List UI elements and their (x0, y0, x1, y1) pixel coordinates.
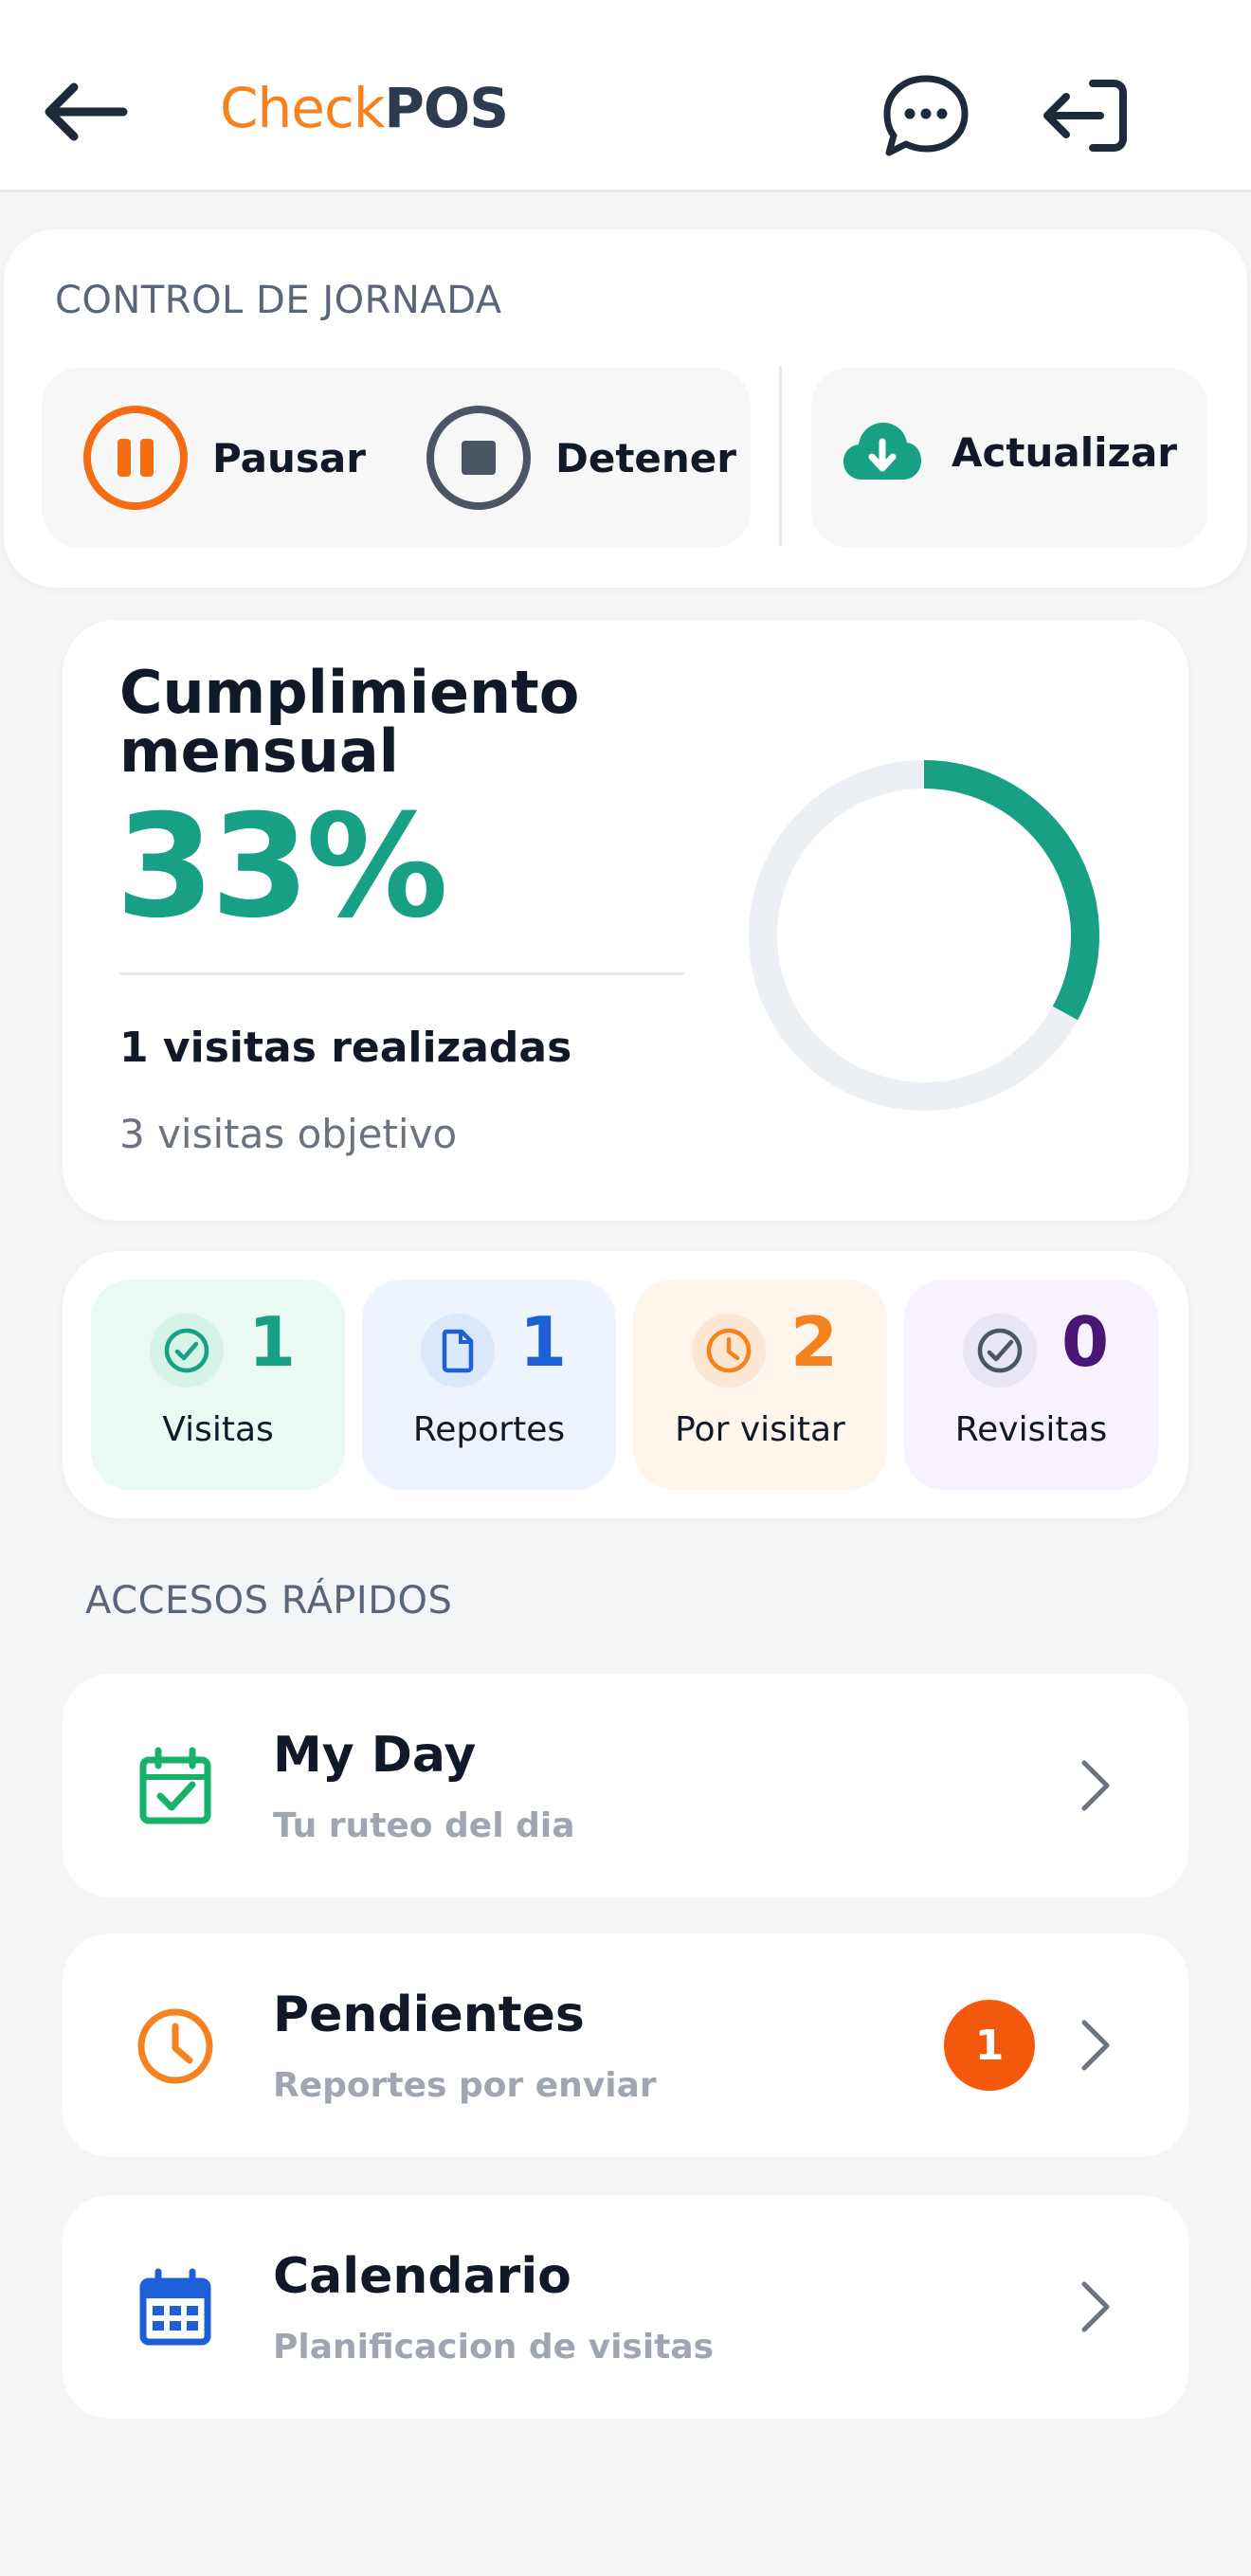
cumplimiento-divider (119, 972, 684, 975)
pause-icon (83, 406, 188, 510)
arrow-left-icon (45, 82, 128, 141)
back-button[interactable] (38, 64, 133, 159)
stop-icon (426, 406, 531, 510)
quick-access-my-day[interactable]: My Day Tu ruteo del dia (63, 1674, 1188, 1897)
stat-label: Por visitar (675, 1410, 845, 1449)
calendar-grid-icon (133, 2265, 218, 2350)
pause-label: Pausar (212, 434, 366, 481)
chat-bubble-icon (883, 75, 969, 156)
chat-button[interactable] (874, 68, 978, 163)
clock-icon (692, 1314, 766, 1388)
stat-value: 1 (248, 1302, 297, 1382)
quick-access-calendario[interactable]: Calendario Planificacion de visitas (63, 2195, 1188, 2419)
stat-tile-visitas[interactable]: 1 Visitas (91, 1279, 345, 1490)
app-logo: CheckPOS (220, 76, 509, 140)
revisit-check-icon (963, 1314, 1037, 1388)
pendientes-subtitle: Reportes por enviar (273, 2066, 657, 2105)
control-divider (779, 366, 782, 546)
calendario-title: Calendario (273, 2248, 571, 2305)
visitas-objetivo: 3 visitas objetivo (119, 1111, 458, 1157)
stat-value: 1 (519, 1302, 568, 1382)
cumplimiento-donut-chart (749, 760, 1099, 1111)
cumplimiento-percent: 33% (116, 785, 448, 950)
quick-access-pendientes[interactable]: Pendientes Reportes por enviar 1 (63, 1933, 1188, 2157)
app-header: CheckPOS (0, 0, 1251, 192)
logo-pos: POS (384, 76, 509, 140)
stat-tile-reportes[interactable]: 1 Reportes (362, 1279, 616, 1490)
calendar-check-icon (133, 1744, 218, 1829)
pause-button[interactable]: Pausar (82, 404, 366, 512)
stat-value: 0 (1061, 1302, 1110, 1382)
check-circle-icon (150, 1314, 224, 1388)
pendientes-title: Pendientes (273, 1986, 585, 2043)
cumplimiento-title: Cumplimiento mensual (119, 663, 579, 781)
chevron-right-icon (1081, 2281, 1110, 2332)
pendientes-count-badge: 1 (944, 2000, 1035, 2091)
stat-tile-por-visitar[interactable]: 2 Por visitar (633, 1279, 887, 1490)
stat-tile-revisitas[interactable]: 0 Revisitas (904, 1279, 1158, 1490)
my-day-subtitle: Tu ruteo del dia (273, 1806, 575, 1845)
accesos-rapidos-title: ACCESOS RÁPIDOS (85, 1579, 453, 1623)
stop-label: Detener (555, 434, 737, 481)
document-icon (421, 1314, 495, 1388)
cumplimiento-title-line2: mensual (119, 717, 399, 786)
stat-label: Revisitas (954, 1410, 1108, 1449)
chevron-right-icon (1081, 2020, 1110, 2071)
cumplimiento-title-line1: Cumplimiento (119, 658, 580, 727)
stat-label: Visitas (162, 1410, 274, 1449)
visitas-realizadas: 1 visitas realizadas (119, 1024, 572, 1072)
logout-icon (1043, 80, 1127, 152)
stat-label: Reportes (412, 1410, 566, 1449)
my-day-title: My Day (273, 1727, 477, 1784)
update-label: Actualizar (952, 428, 1178, 476)
logout-button[interactable] (1033, 68, 1137, 163)
clock-icon (133, 2004, 218, 2089)
cloud-download-icon (843, 423, 921, 480)
stat-value: 2 (790, 1302, 839, 1382)
logo-check: Check (220, 76, 385, 140)
stop-button[interactable]: Detener (425, 404, 736, 512)
calendario-subtitle: Planificacion de visitas (273, 2328, 715, 2367)
chevron-right-icon (1081, 1760, 1110, 1811)
control-jornada-title: CONTROL DE JORNADA (55, 279, 502, 322)
update-content[interactable]: Actualizar (842, 419, 1177, 485)
